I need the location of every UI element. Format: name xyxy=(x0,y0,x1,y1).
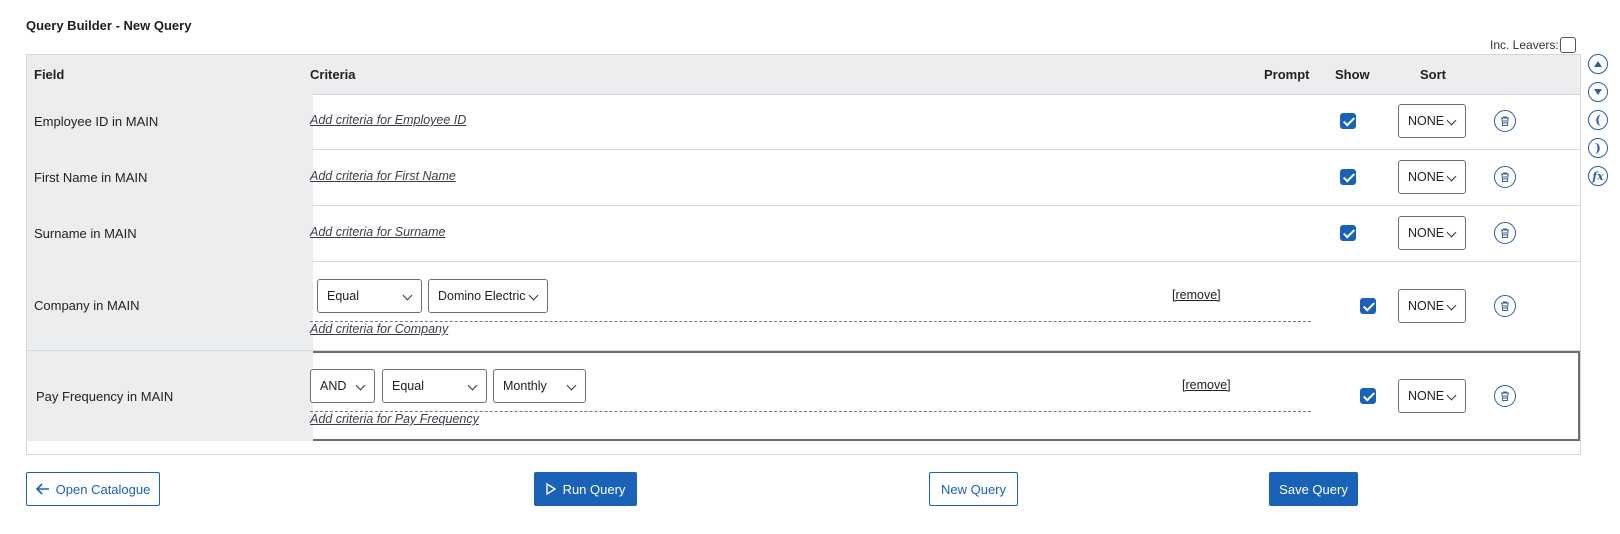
sort-select[interactable]: NONE xyxy=(1398,216,1466,250)
chevron-down-icon xyxy=(1446,171,1457,182)
delete-row-button[interactable] xyxy=(1494,385,1516,407)
table-row: Company in MAIN Equal Domino Electric [r… xyxy=(27,261,1580,351)
conjunction-select-value: AND xyxy=(320,379,347,393)
play-icon xyxy=(545,483,556,495)
new-query-button[interactable]: New Query xyxy=(929,472,1018,506)
new-query-label: New Query xyxy=(940,481,1007,497)
grid-header: Field Criteria Prompt Show Sort xyxy=(27,55,1580,95)
field-name: Pay Frequency in MAIN xyxy=(27,351,313,441)
criteria-divider xyxy=(310,321,1311,322)
show-checkbox[interactable] xyxy=(1359,388,1376,404)
value-select-value: Monthly xyxy=(503,379,547,393)
chevron-down-icon xyxy=(402,290,413,301)
operator-select-value: Equal xyxy=(327,289,359,303)
delete-row-button[interactable] xyxy=(1494,222,1516,244)
query-grid: Field Criteria Prompt Show Sort Employee… xyxy=(26,54,1581,455)
table-row: Pay Frequency in MAIN AND Equal Monthly … xyxy=(27,351,1580,441)
table-row: Employee ID in MAIN Add criteria for Emp… xyxy=(27,93,1580,150)
sort-select[interactable]: NONE xyxy=(1398,160,1466,194)
add-criteria-link[interactable]: Add criteria for Pay Frequency xyxy=(310,412,479,426)
trash-icon xyxy=(1501,301,1509,311)
chevron-down-icon xyxy=(1446,390,1457,401)
trash-icon xyxy=(1501,172,1509,182)
run-query-button[interactable]: Run Query xyxy=(534,472,637,506)
arrow-left-icon xyxy=(35,483,49,495)
open-paren-icon[interactable]: ( xyxy=(1588,110,1608,130)
table-row: Surname in MAIN Add criteria for Surname… xyxy=(27,205,1580,262)
sort-select-value: NONE xyxy=(1408,114,1445,128)
table-row: First Name in MAIN Add criteria for Firs… xyxy=(27,149,1580,206)
add-criteria-link[interactable]: Add criteria for First Name xyxy=(310,169,456,183)
open-catalogue-label: Open Catalogue xyxy=(55,481,151,497)
triangle-up-icon xyxy=(1594,61,1602,67)
page-title: Query Builder - New Query xyxy=(26,18,192,33)
chevron-down-icon xyxy=(1446,227,1457,238)
show-checkbox[interactable] xyxy=(1340,225,1356,241)
conjunction-select[interactable]: AND xyxy=(310,369,375,403)
column-header-sort: Sort xyxy=(1420,67,1446,82)
sort-select-value: NONE xyxy=(1408,389,1445,403)
column-header-show: Show xyxy=(1335,67,1370,82)
delete-row-button[interactable] xyxy=(1494,166,1516,188)
add-criteria-link[interactable]: Add criteria for Employee ID xyxy=(310,113,466,127)
add-criteria-link[interactable]: Add criteria for Company xyxy=(310,322,448,336)
show-checkbox[interactable] xyxy=(1359,298,1376,314)
open-catalogue-button[interactable]: Open Catalogue xyxy=(26,472,160,506)
inc-leavers-label: Inc. Leavers: xyxy=(1490,38,1559,52)
operator-select[interactable]: Equal xyxy=(382,369,487,403)
column-header-field: Field xyxy=(34,67,65,82)
add-criteria-link[interactable]: Add criteria for Surname xyxy=(310,225,445,239)
field-name: Company in MAIN xyxy=(27,261,313,350)
column-header-prompt: Prompt xyxy=(1264,67,1310,82)
chevron-down-icon xyxy=(355,380,366,391)
field-name: Surname in MAIN xyxy=(27,205,313,261)
sort-select-value: NONE xyxy=(1408,226,1445,240)
field-name: First Name in MAIN xyxy=(27,149,313,205)
chevron-down-icon xyxy=(528,290,539,301)
run-query-label: Run Query xyxy=(562,481,626,497)
trash-icon xyxy=(1501,228,1509,238)
save-query-button[interactable]: Save Query xyxy=(1269,472,1358,506)
chevron-down-icon xyxy=(1446,115,1457,126)
close-paren-icon[interactable]: ) xyxy=(1588,138,1608,158)
sort-select[interactable]: NONE xyxy=(1398,379,1466,413)
operator-select[interactable]: Equal xyxy=(317,279,422,313)
chevron-down-icon xyxy=(467,380,478,391)
save-query-label: Save Query xyxy=(1279,481,1348,497)
inc-leavers: Inc. Leavers: xyxy=(1490,37,1576,53)
chevron-down-icon xyxy=(1446,300,1457,311)
triangle-down-icon xyxy=(1594,89,1602,95)
delete-row-button[interactable] xyxy=(1494,110,1516,132)
show-checkbox[interactable] xyxy=(1340,113,1356,129)
value-select[interactable]: Monthly xyxy=(493,369,586,403)
delete-row-button[interactable] xyxy=(1494,295,1516,317)
move-down-icon[interactable] xyxy=(1588,82,1608,102)
move-up-icon[interactable] xyxy=(1588,54,1608,74)
field-name: Employee ID in MAIN xyxy=(27,93,313,149)
value-select[interactable]: Domino Electric xyxy=(428,279,548,313)
inc-leavers-checkbox[interactable] xyxy=(1559,37,1576,53)
operator-select-value: Equal xyxy=(392,379,424,393)
sort-select[interactable]: NONE xyxy=(1398,289,1466,323)
column-header-criteria: Criteria xyxy=(310,67,356,82)
trash-icon xyxy=(1501,391,1509,401)
value-select-value: Domino Electric xyxy=(438,289,526,303)
trash-icon xyxy=(1501,116,1509,126)
remove-criteria-link[interactable]: [remove] xyxy=(1182,378,1231,392)
function-icon[interactable]: fx xyxy=(1588,166,1608,186)
remove-criteria-link[interactable]: [remove] xyxy=(1172,288,1221,302)
show-checkbox[interactable] xyxy=(1340,169,1356,185)
sort-select-value: NONE xyxy=(1408,170,1445,184)
sort-select-value: NONE xyxy=(1408,299,1445,313)
sort-select[interactable]: NONE xyxy=(1398,104,1466,138)
chevron-down-icon xyxy=(566,380,577,391)
